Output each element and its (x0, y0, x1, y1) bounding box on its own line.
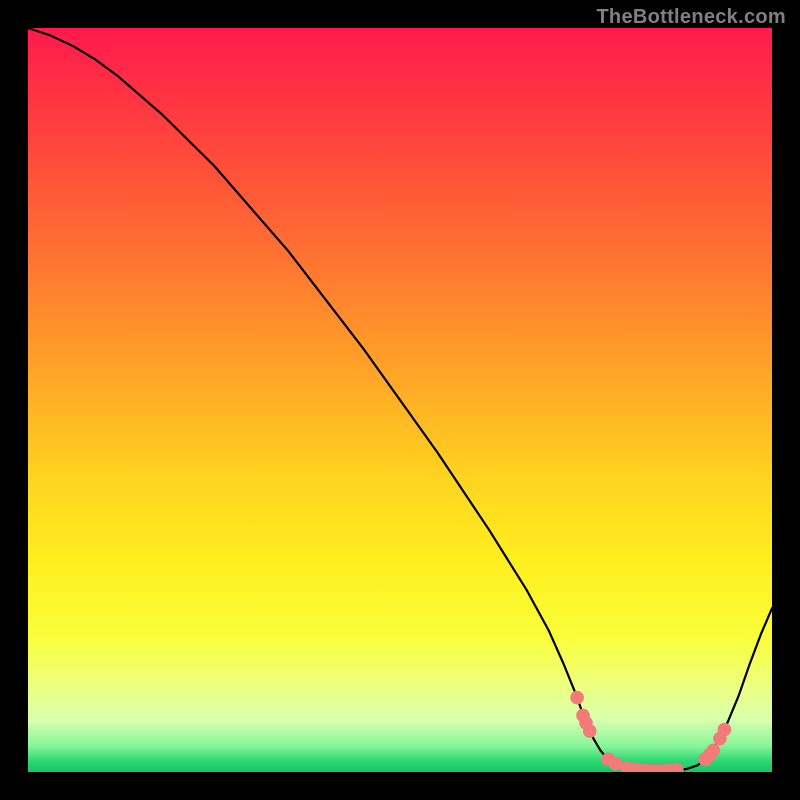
data-dot (706, 744, 720, 758)
chart-frame (0, 0, 28, 800)
bottleneck-chart: TheBottleneck.com (0, 0, 800, 800)
chart-frame (0, 772, 800, 800)
data-dot (718, 723, 732, 737)
chart-frame (772, 0, 800, 800)
data-dot (583, 724, 597, 738)
watermark-text: TheBottleneck.com (596, 6, 786, 29)
data-dot (570, 691, 584, 705)
chart-svg (0, 0, 800, 800)
